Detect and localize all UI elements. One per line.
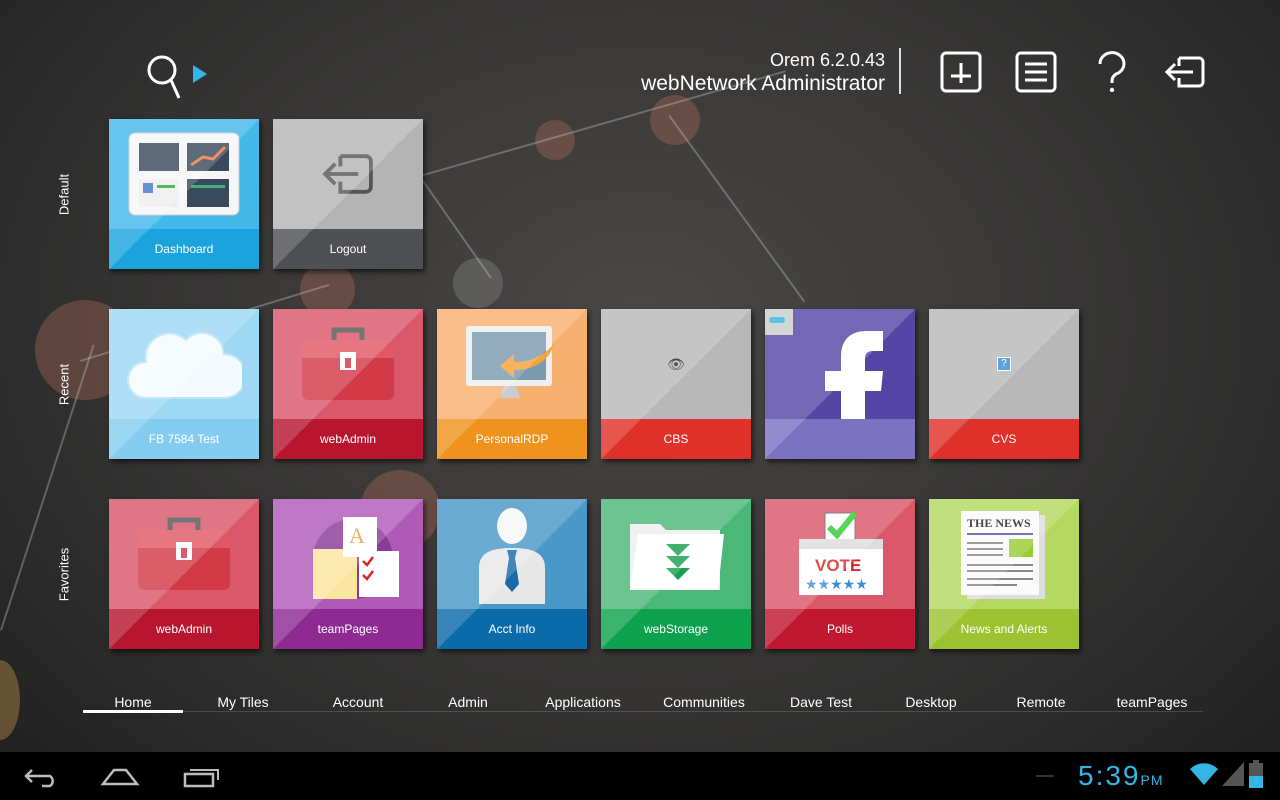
tab-desktop[interactable]: Desktop	[877, 693, 985, 713]
tab-communities[interactable]: Communities	[643, 693, 765, 713]
tile-label: PersonalRDP	[437, 419, 587, 459]
tab-teampages[interactable]: teamPages	[1097, 693, 1207, 713]
cloud-icon	[109, 309, 259, 419]
tile-label: CVS	[929, 419, 1079, 459]
svg-text:THE NEWS: THE NEWS	[967, 516, 1031, 530]
newspaper-icon: THE NEWS	[929, 499, 1079, 609]
tile-label: Acct Info	[437, 609, 587, 649]
system-bar: 5:39PM	[0, 752, 1280, 800]
tile-label: Logout	[273, 229, 423, 269]
menu-list-icon[interactable]	[1014, 50, 1058, 94]
tab-dave-test[interactable]: Dave Test	[765, 693, 877, 713]
user-icon	[437, 499, 587, 609]
tile-cbs[interactable]: 👁 CBS	[601, 309, 751, 459]
tab-my-tiles[interactable]: My Tiles	[183, 693, 303, 713]
tile-personalrdp[interactable]: PersonalRDP	[437, 309, 587, 459]
folder-icon	[601, 499, 751, 609]
tile-acct-info[interactable]: Acct Info	[437, 499, 587, 649]
toolbox-icon	[273, 309, 423, 419]
tile-label: Dashboard	[109, 229, 259, 269]
svg-text:★★★★★: ★★★★★	[805, 576, 868, 592]
tile-label: FB 7584 Test	[109, 419, 259, 459]
tab-account[interactable]: Account	[303, 693, 413, 713]
eye-icon: 👁	[667, 355, 685, 372]
tile-label: CBS	[601, 419, 751, 459]
tile-logout[interactable]: Logout	[273, 119, 423, 269]
tile-facebook[interactable]	[765, 309, 915, 459]
recent-apps-icon[interactable]	[182, 764, 222, 788]
help-icon[interactable]	[1090, 50, 1134, 94]
tile-label: webAdmin	[109, 609, 259, 649]
facebook-icon	[765, 309, 915, 459]
wifi-icon	[1190, 763, 1218, 785]
svg-text:VOTE: VOTE	[815, 556, 861, 575]
user-info: Orem 6.2.0.43 webNetwork Administrator	[641, 50, 885, 96]
dashboard-icon	[109, 119, 259, 229]
logout-icon[interactable]	[1163, 50, 1207, 94]
tile-fb-7584-test[interactable]: FB 7584 Test	[109, 309, 259, 459]
tile-dashboard[interactable]: Dashboard	[109, 119, 259, 269]
tile-webstorage[interactable]: webStorage	[601, 499, 751, 649]
section-label-default: Default	[56, 173, 72, 216]
signal-icon	[1222, 762, 1244, 786]
team-pages-icon: A	[273, 499, 423, 609]
tile-label: Polls	[765, 609, 915, 649]
tile-cvs[interactable]: ? CVS	[929, 309, 1079, 459]
add-tile-icon[interactable]	[939, 50, 983, 94]
battery-icon	[1249, 760, 1263, 788]
logout-icon	[273, 119, 423, 229]
user-name: webNetwork Administrator	[641, 72, 885, 95]
category-tabs: Home My Tiles Account Admin Applications Comm…	[83, 693, 1207, 713]
tile-label: teamPages	[273, 609, 423, 649]
clock[interactable]: 5:39PM	[1078, 760, 1164, 792]
vote-box-icon: VOTE ★★★★★	[765, 499, 915, 609]
tile-label: News and Alerts	[929, 609, 1079, 649]
section-label-recent: Recent	[56, 363, 72, 406]
time: 5:39	[1078, 760, 1141, 791]
tile-webadmin[interactable]: webAdmin	[109, 499, 259, 649]
svg-text:A: A	[349, 523, 365, 548]
tile-webadmin[interactable]: webAdmin	[273, 309, 423, 459]
tab-admin[interactable]: Admin	[413, 693, 523, 713]
notification-icon[interactable]	[1036, 775, 1054, 777]
search-icon[interactable]	[145, 53, 215, 101]
tile-label: webAdmin	[273, 419, 423, 459]
toolbox-icon	[109, 499, 259, 609]
location-version: Orem 6.2.0.43	[769, 50, 885, 70]
active-tab-indicator	[83, 710, 183, 713]
tile-label: webStorage	[601, 609, 751, 649]
tile-polls[interactable]: VOTE ★★★★★ Polls	[765, 499, 915, 649]
tile-label	[765, 419, 915, 459]
home-icon[interactable]	[100, 764, 140, 788]
tab-applications[interactable]: Applications	[523, 693, 643, 713]
remote-desktop-icon	[437, 309, 587, 419]
tile-news-and-alerts[interactable]: THE NEWS News and Alerts	[929, 499, 1079, 649]
divider	[899, 48, 901, 94]
tab-remote[interactable]: Remote	[985, 693, 1097, 713]
section-label-favorites: Favorites	[56, 547, 72, 602]
help-small-icon: ?	[929, 309, 1079, 419]
back-icon[interactable]	[22, 764, 58, 788]
tile-teampages[interactable]: AteamPages	[273, 499, 423, 649]
am-pm: PM	[1140, 772, 1164, 788]
